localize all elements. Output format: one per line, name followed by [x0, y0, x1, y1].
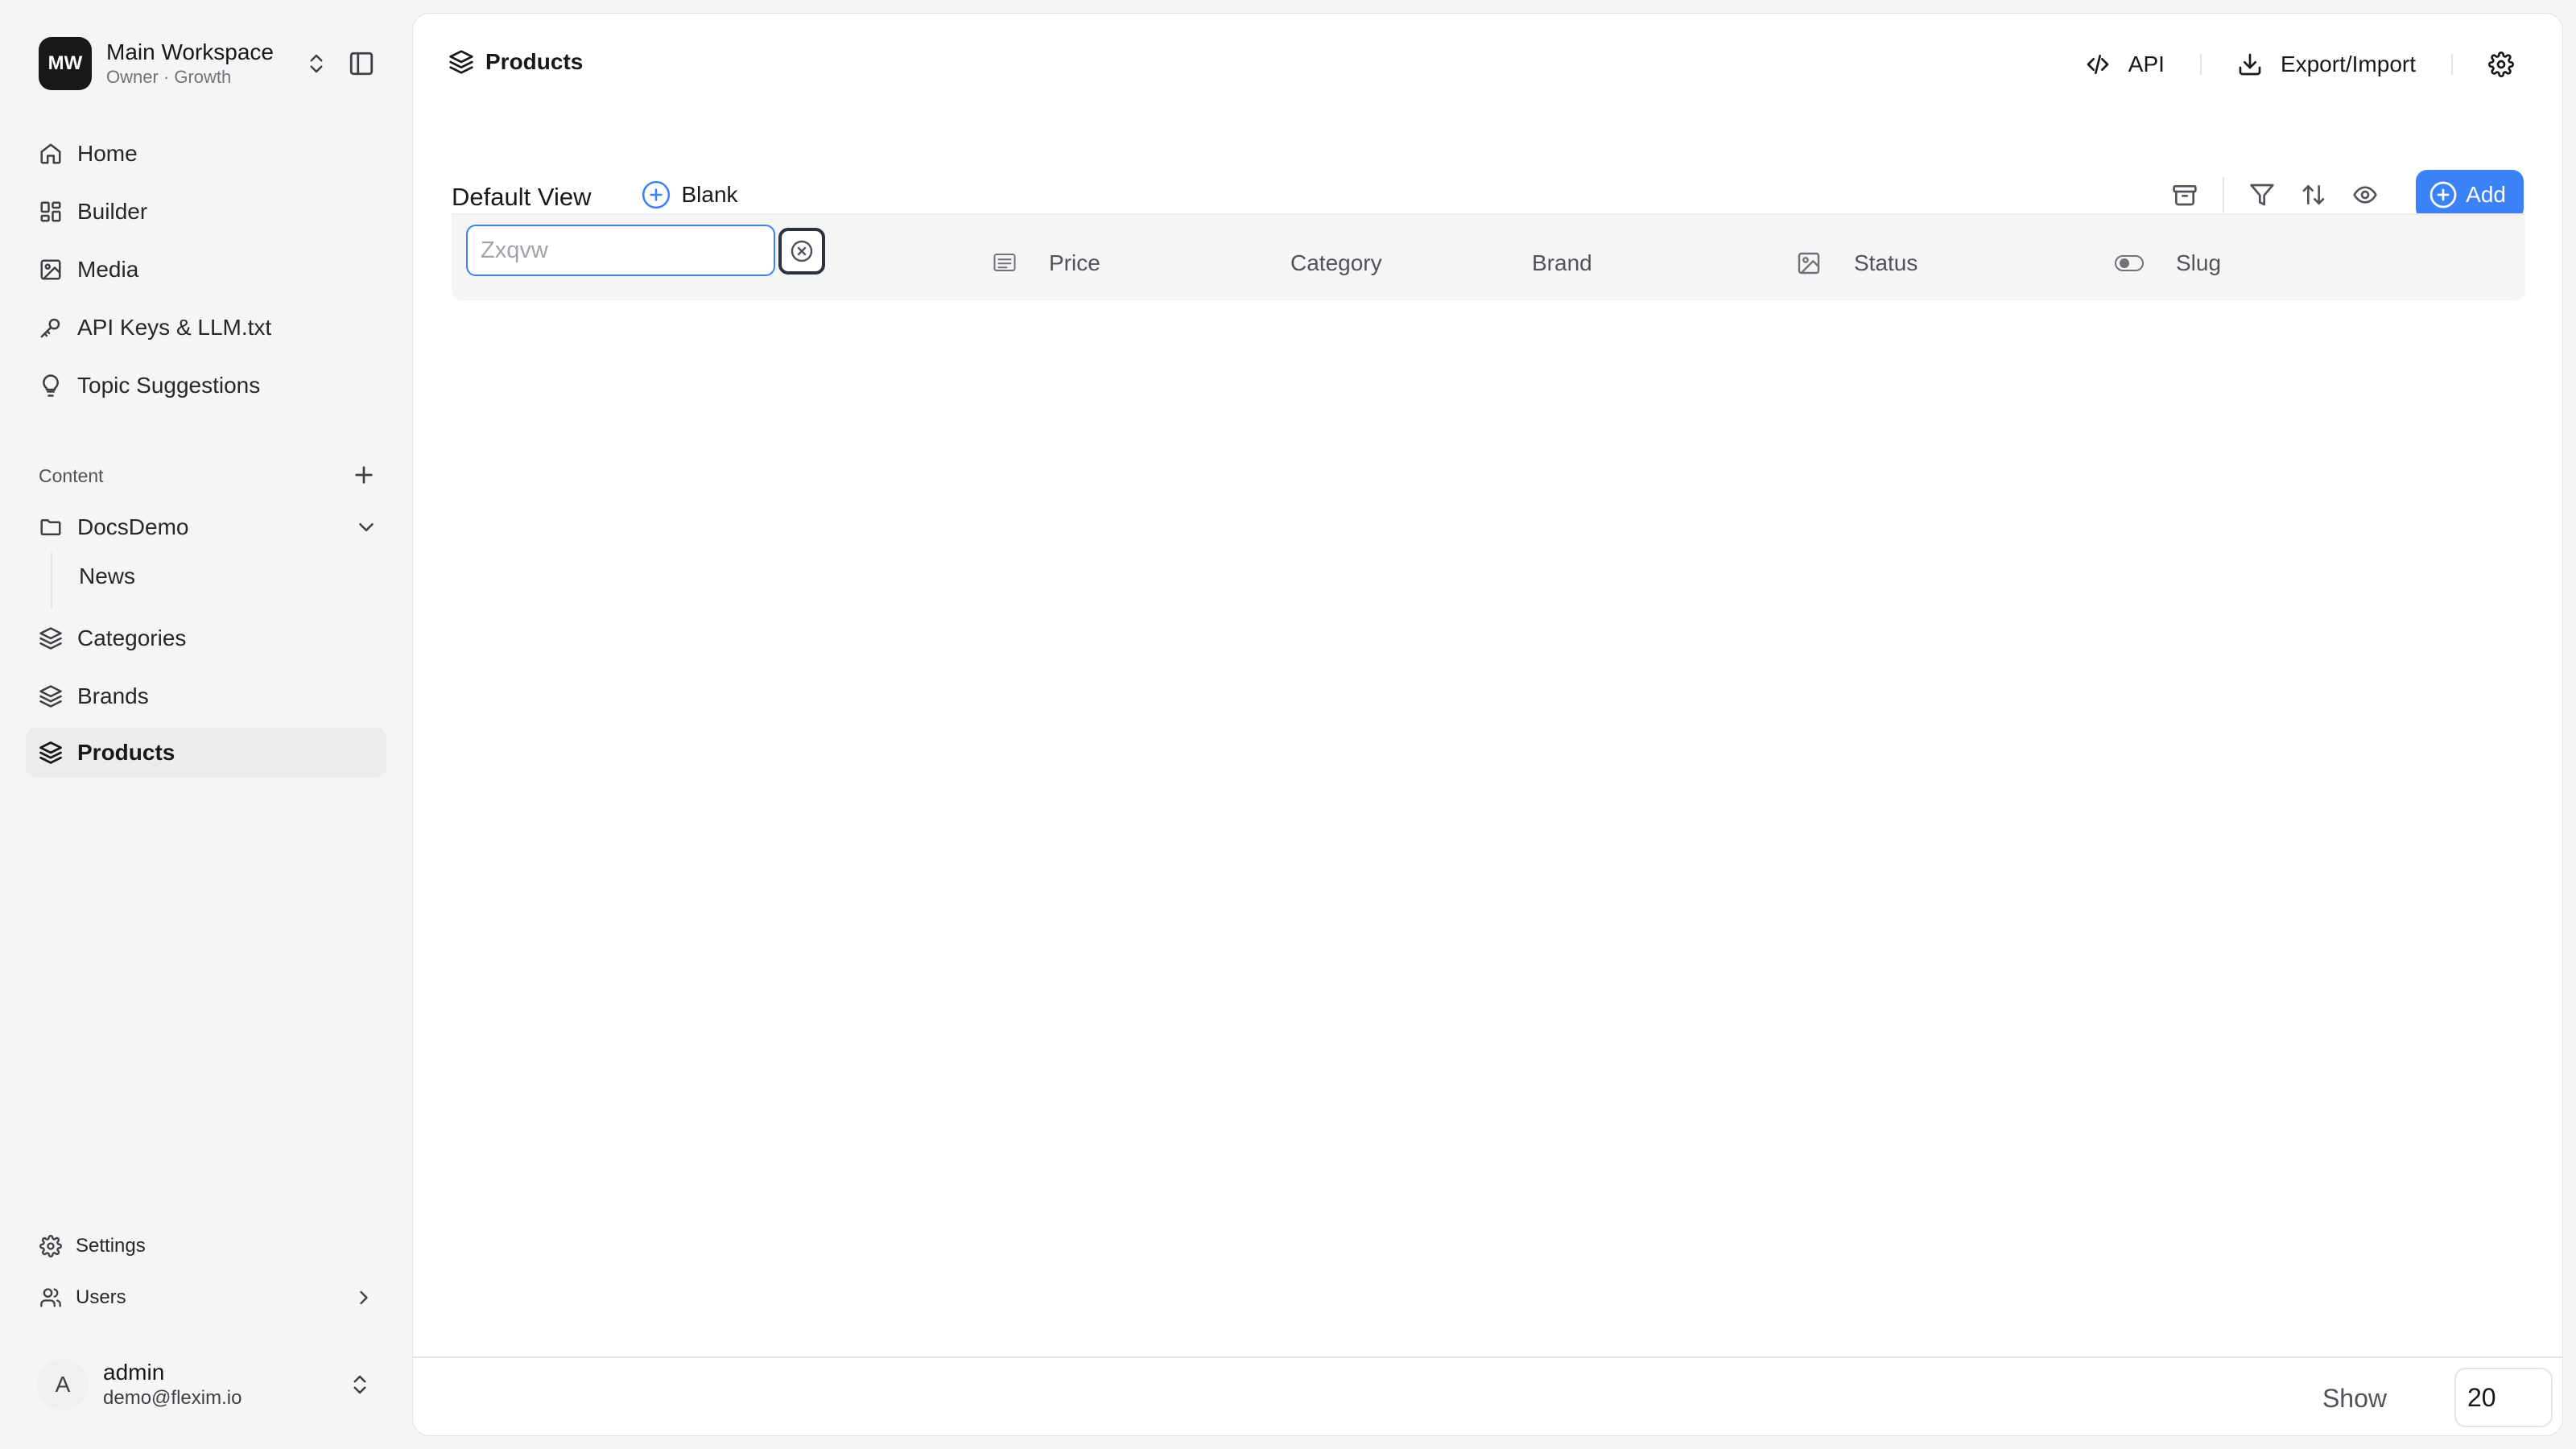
sort-icon[interactable] — [2295, 176, 2332, 213]
sidebar-toggle-icon[interactable] — [348, 50, 375, 77]
tab-blank[interactable]: Blank — [641, 180, 738, 210]
column-header-category[interactable]: Category — [1290, 250, 1382, 276]
sidebar-item-api-keys[interactable]: API Keys & LLM.txt — [26, 303, 386, 353]
chevron-right-icon — [353, 1286, 375, 1309]
workspace-name: Main Workspace — [106, 39, 275, 64]
page-size-input[interactable] — [2454, 1368, 2553, 1427]
filter-icon[interactable] — [2244, 176, 2281, 213]
text-field-icon — [991, 250, 1018, 275]
user-name: admin — [103, 1360, 165, 1385]
image-field-icon — [1796, 250, 1822, 276]
home-icon — [37, 140, 64, 167]
table-toolbar: Add — [2166, 170, 2524, 220]
sidebar-item-builder[interactable]: Builder — [26, 187, 386, 237]
header-actions: API Export/Import — [2085, 46, 2514, 83]
tab-blank-label: Blank — [681, 182, 738, 207]
export-import-label: Export/Import — [2280, 52, 2416, 76]
sidebar-item-label: Settings — [76, 1235, 146, 1257]
sidebar-folder-docsdemo[interactable]: DocsDemo — [26, 502, 386, 552]
column-header-slug[interactable]: Slug — [2176, 250, 2221, 276]
code-icon — [2085, 52, 2111, 77]
page-title-text: Products — [485, 49, 584, 74]
sidebar-item-label: Users — [76, 1286, 126, 1308]
sidebar-item-topic-suggestions[interactable]: Topic Suggestions — [26, 361, 386, 411]
content-section-label: Content — [39, 465, 104, 486]
api-button[interactable]: API — [2085, 52, 2165, 77]
sidebar-item-label: Media — [77, 257, 139, 282]
key-icon — [37, 314, 64, 341]
main-panel: Products API Export/Import Default View … — [412, 13, 2563, 1436]
sidebar-item-home[interactable]: Home — [26, 129, 386, 179]
folder-icon — [37, 514, 64, 541]
workspace-switcher[interactable]: MW Main Workspace Owner · Growth — [26, 29, 388, 98]
plus-circle-icon — [641, 180, 671, 210]
divider — [2199, 54, 2202, 75]
toggle-icon — [2115, 254, 2144, 273]
workspace-logo: MW — [39, 37, 92, 90]
column-header-brand[interactable]: Brand — [1532, 250, 1592, 276]
avatar: A — [37, 1359, 89, 1410]
page-title: Products — [448, 49, 583, 75]
sidebar-item-label: Builder — [77, 199, 148, 224]
clear-search-button[interactable] — [778, 228, 825, 275]
workspace-plan: Owner · Growth — [106, 67, 232, 87]
column-header-status[interactable]: Status — [1854, 250, 1918, 276]
layers-icon — [37, 683, 64, 710]
export-import-button[interactable]: Export/Import — [2237, 52, 2416, 77]
user-email: demo@flexim.io — [103, 1387, 242, 1409]
sidebar-item-news[interactable]: News — [79, 564, 135, 589]
lightbulb-icon — [37, 372, 64, 399]
divider — [2223, 177, 2225, 213]
x-circle-icon — [789, 238, 815, 264]
user-menu[interactable]: A admin demo@flexim.io — [26, 1352, 388, 1417]
archive-icon[interactable] — [2166, 176, 2203, 213]
table-header-row: Price Category Brand Status Slug — [452, 213, 2525, 300]
page-size-label: Show — [2322, 1384, 2387, 1413]
pagination-footer: Show — [413, 1356, 2562, 1435]
add-content-icon[interactable] — [351, 462, 377, 488]
sidebar-item-label: Home — [77, 141, 138, 166]
sidebar-item-label: Topic Suggestions — [77, 373, 261, 398]
add-button[interactable]: Add — [2416, 170, 2524, 220]
sidebar-item-label: Brands — [77, 683, 149, 708]
chevrons-up-down-icon — [348, 1373, 372, 1397]
image-icon — [37, 256, 64, 283]
chevrons-up-down-icon — [304, 52, 328, 76]
layers-icon — [448, 49, 474, 75]
sidebar-item-settings[interactable]: Settings — [26, 1224, 386, 1269]
tree-guide-line — [51, 552, 52, 609]
download-icon — [2237, 52, 2263, 77]
sidebar-item-products[interactable]: Products — [26, 728, 386, 778]
sidebar-item-categories[interactable]: Categories — [26, 613, 386, 663]
api-button-label: API — [2128, 52, 2165, 76]
gear-icon[interactable] — [2488, 52, 2514, 77]
users-icon — [37, 1284, 64, 1311]
layers-icon — [37, 625, 64, 652]
column-header-price[interactable]: Price — [1049, 250, 1100, 276]
gear-icon — [37, 1232, 64, 1260]
sidebar: MW Main Workspace Owner · Growth Home Bu… — [0, 0, 411, 1449]
sidebar-item-brands[interactable]: Brands — [26, 671, 386, 721]
chevron-down-icon — [354, 515, 378, 539]
layout-grid-icon — [37, 198, 64, 225]
sidebar-item-label: Categories — [77, 625, 187, 650]
sidebar-item-label: DocsDemo — [77, 514, 189, 539]
divider — [2451, 54, 2453, 75]
title-search-input[interactable] — [466, 225, 775, 276]
sidebar-item-label: Products — [77, 740, 175, 765]
layers-icon — [37, 739, 64, 766]
add-button-label: Add — [2466, 182, 2506, 207]
sidebar-item-label: API Keys & LLM.txt — [77, 315, 272, 340]
eye-icon[interactable] — [2347, 176, 2384, 213]
sidebar-item-media[interactable]: Media — [26, 245, 386, 295]
plus-circle-icon — [2429, 180, 2458, 209]
sidebar-item-users[interactable]: Users — [26, 1275, 386, 1320]
